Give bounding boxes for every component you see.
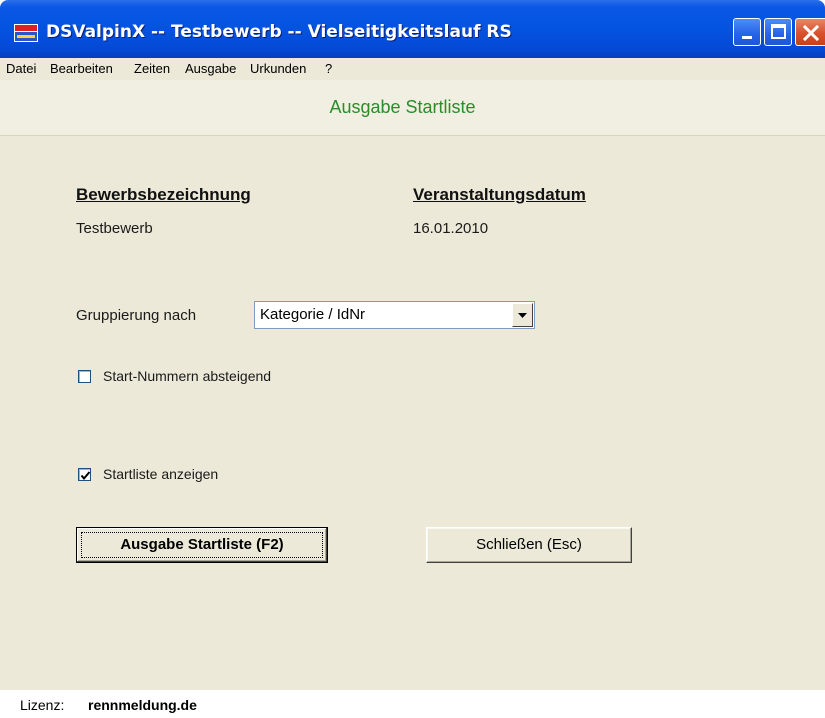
descending-checkbox[interactable]	[78, 370, 91, 383]
dropdown-button[interactable]	[512, 303, 533, 327]
menu-bearbeiten[interactable]: Bearbeiten	[50, 61, 113, 76]
status-bar: Lizenz: rennmeldung.de	[0, 690, 825, 718]
page-title: Ausgabe Startliste	[329, 97, 476, 117]
show-list-label: Startliste anzeigen	[103, 466, 219, 482]
grouping-select[interactable]: Kategorie / IdNr	[254, 301, 535, 329]
close-button[interactable]: Schließen (Esc)	[426, 527, 632, 563]
focus-rectangle	[81, 532, 323, 558]
main-panel: Ausgabe Startliste Bewerbsbezeichnung Te…	[0, 80, 825, 690]
grouping-label: Gruppierung nach	[76, 307, 197, 324]
close-icon	[803, 25, 819, 41]
minimize-button[interactable]	[733, 18, 761, 46]
license-label: Lizenz:	[20, 697, 65, 713]
event-date-value: 16.01.2010	[413, 220, 489, 237]
menu-help[interactable]: ?	[325, 61, 332, 76]
checkmark-icon	[80, 471, 91, 481]
output-startlist-button[interactable]: Ausgabe Startliste (F2)	[76, 527, 328, 563]
window-title: DSValpinX -- Testbewerb -- Vielseitigkei…	[46, 22, 512, 42]
competition-name-label: Bewerbsbezeichnung	[76, 185, 251, 204]
app-logo-icon	[14, 24, 38, 42]
license-value: rennmeldung.de	[88, 697, 197, 713]
descending-label: Start-Nummern absteigend	[103, 368, 272, 384]
window-title-bar[interactable]: DSValpinX -- Testbewerb -- Vielseitigkei…	[0, 0, 825, 58]
menu-datei[interactable]: Datei	[6, 61, 36, 76]
menu-bar: Datei Bearbeiten Zeiten Ausgabe Urkunden…	[0, 58, 825, 80]
chevron-down-icon	[518, 313, 527, 318]
header-band: Ausgabe Startliste	[0, 80, 825, 136]
grouping-selected-value: Kategorie / IdNr	[260, 306, 366, 323]
close-button-label: Schließen (Esc)	[476, 536, 582, 553]
menu-urkunden[interactable]: Urkunden	[250, 61, 306, 76]
maximize-icon	[771, 24, 786, 39]
maximize-button[interactable]	[764, 18, 792, 46]
minimize-icon	[742, 36, 752, 39]
competition-name-value: Testbewerb	[76, 220, 153, 237]
show-list-checkbox[interactable]	[78, 468, 91, 481]
close-window-button[interactable]	[795, 18, 825, 46]
menu-zeiten[interactable]: Zeiten	[134, 61, 170, 76]
menu-ausgabe[interactable]: Ausgabe	[185, 61, 236, 76]
event-date-label: Veranstaltungsdatum	[413, 185, 586, 204]
